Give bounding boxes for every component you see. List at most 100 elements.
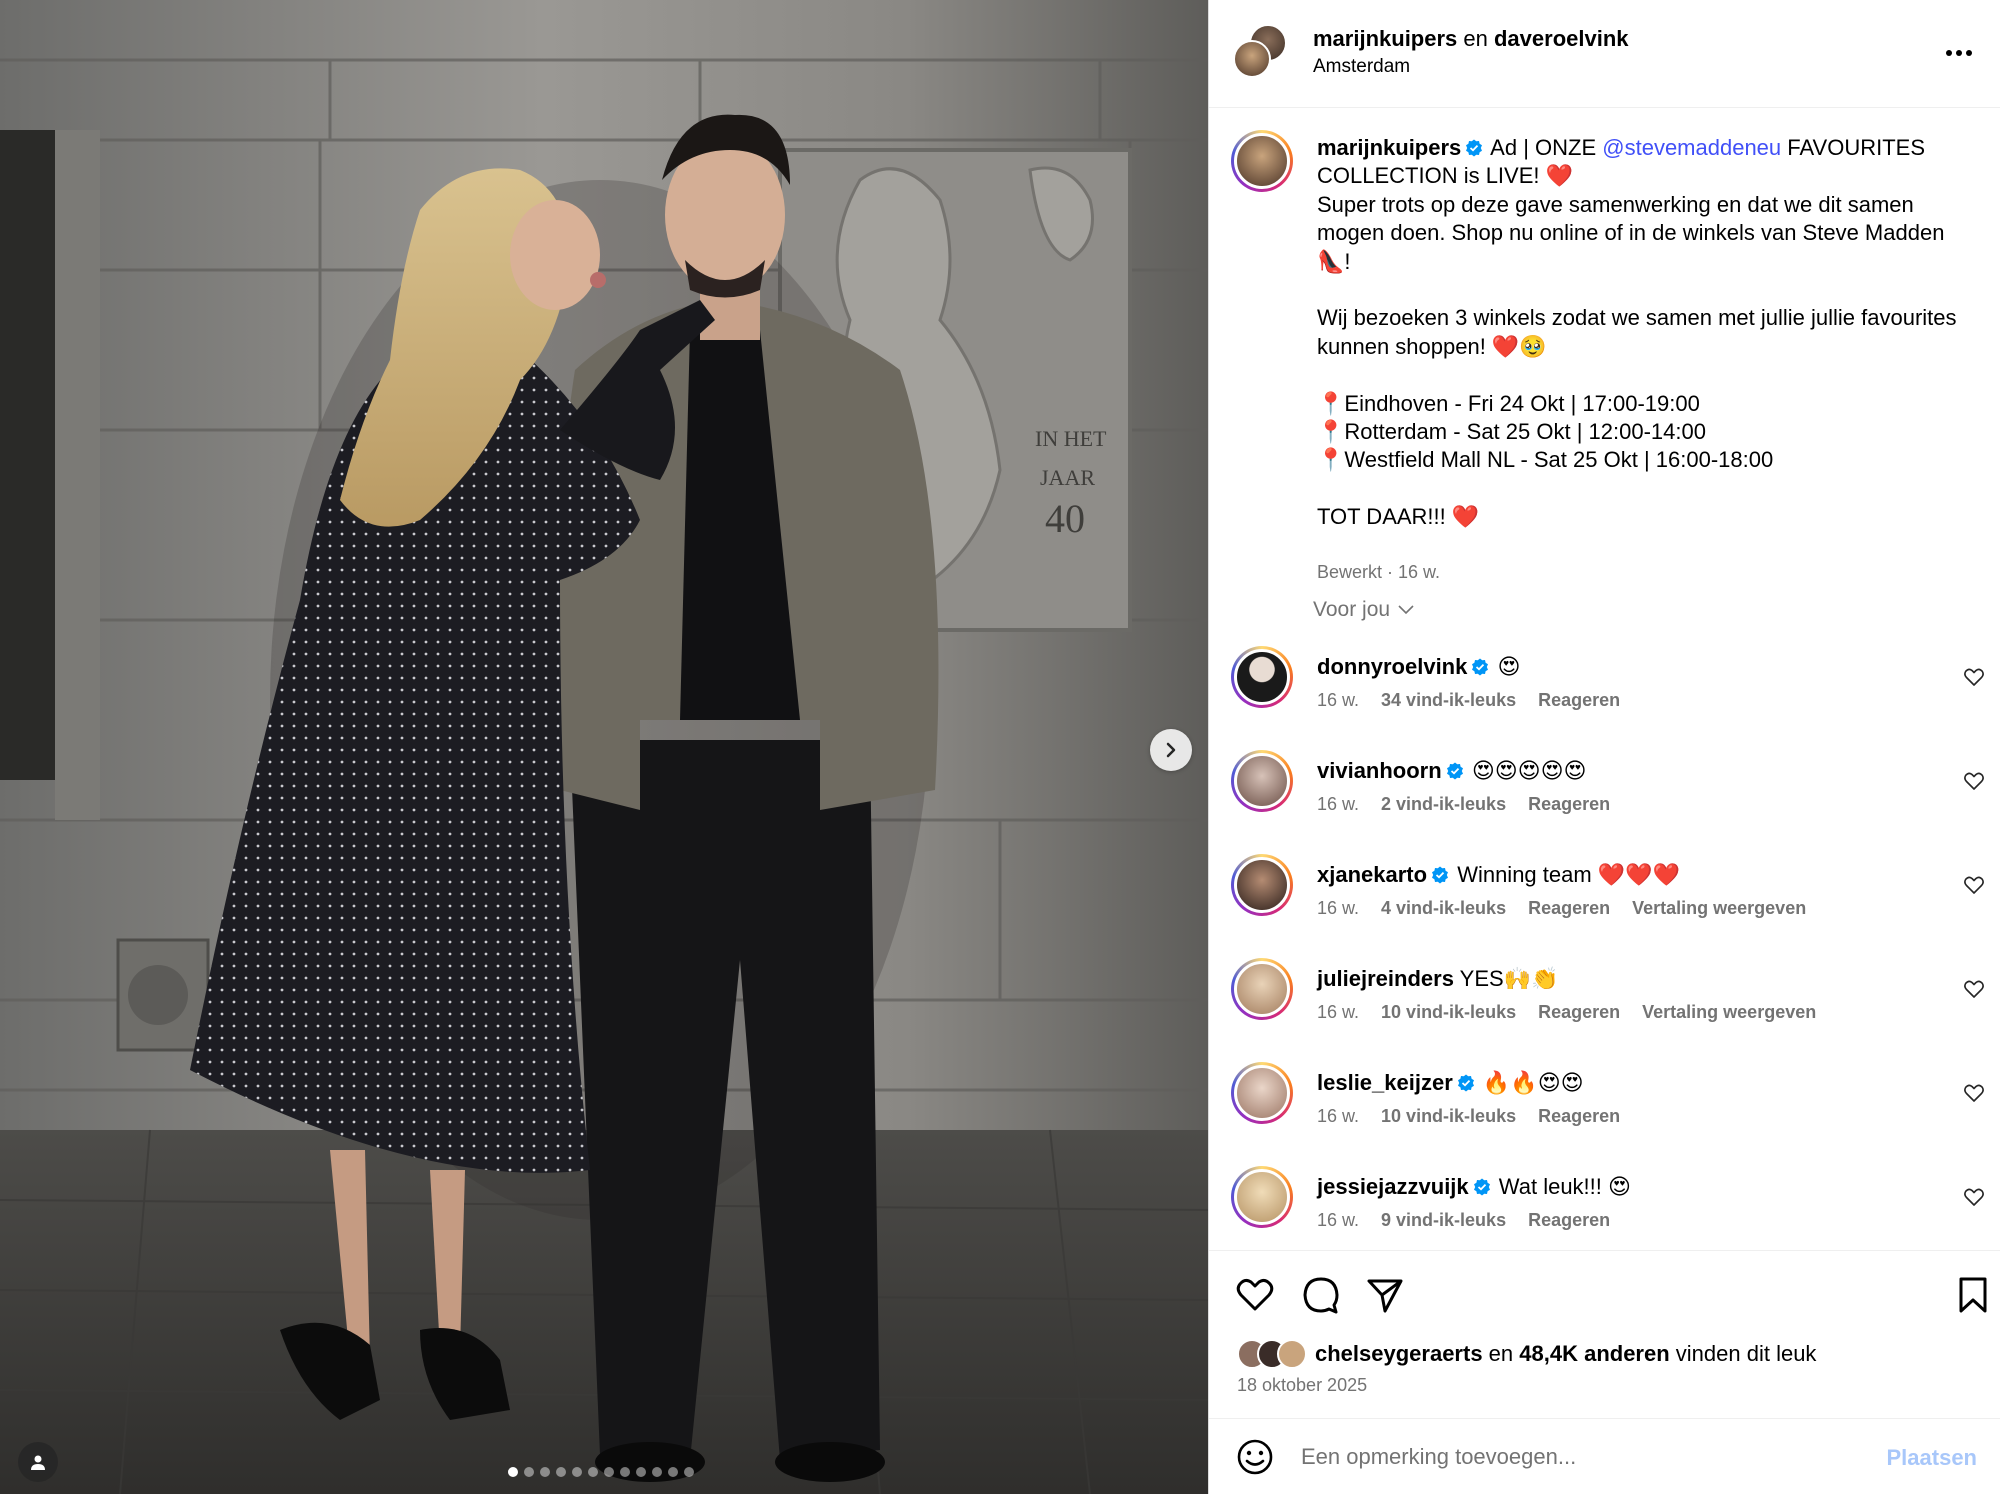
caption-text-part1: Ad | ONZE bbox=[1485, 135, 1603, 160]
heart-icon[interactable] bbox=[1963, 978, 1985, 1000]
comment-username[interactable]: leslie_keijzer bbox=[1317, 1070, 1453, 1095]
post-location[interactable]: Amsterdam bbox=[1313, 56, 1410, 78]
comment-meta: 16 w. 9 vind-ik-leuks Reageren bbox=[1317, 1210, 1610, 1231]
likes-others[interactable]: 48,4K anderen bbox=[1519, 1341, 1669, 1367]
post-header: marijnkuipers en daveroelvink Amsterdam bbox=[1209, 0, 2000, 108]
likes-first-user[interactable]: chelseygeraerts bbox=[1315, 1341, 1483, 1367]
user-tag-button[interactable] bbox=[18, 1442, 58, 1482]
reply-button[interactable]: Reageren bbox=[1528, 1210, 1610, 1231]
reply-button[interactable]: Reageren bbox=[1538, 690, 1620, 711]
share-icon[interactable] bbox=[1365, 1275, 1405, 1315]
reply-button[interactable]: Reageren bbox=[1528, 794, 1610, 815]
comment-age: 16 w. bbox=[1317, 1210, 1360, 1230]
reply-button[interactable]: Reageren bbox=[1528, 898, 1610, 919]
carousel-dot bbox=[588, 1467, 598, 1477]
comment-likes[interactable]: 9 vind-ik-leuks bbox=[1381, 1210, 1506, 1231]
comment-username[interactable]: xjanekarto bbox=[1317, 862, 1427, 887]
carousel-dot bbox=[620, 1467, 630, 1477]
caption-meta: Bewerkt · 16 w. bbox=[1317, 562, 1441, 582]
verified-icon bbox=[1432, 866, 1449, 884]
avatar[interactable] bbox=[1231, 646, 1293, 708]
comment-body: xjanekarto Winning team ❤️❤️❤️ bbox=[1317, 862, 1680, 888]
comment-username[interactable]: jessiejazzvuijk bbox=[1317, 1174, 1469, 1199]
verified-icon bbox=[1446, 762, 1463, 780]
avatar[interactable] bbox=[1231, 1166, 1293, 1228]
translate-button[interactable]: Vertaling weergeven bbox=[1642, 1002, 1816, 1023]
carousel-dot bbox=[604, 1467, 614, 1477]
comment-username[interactable]: vivianhoorn bbox=[1317, 758, 1442, 783]
wall-inscription-1: IN HET bbox=[1035, 426, 1107, 451]
comment-likes[interactable]: 10 vind-ik-leuks bbox=[1381, 1002, 1516, 1023]
bookmark-icon[interactable] bbox=[1953, 1275, 1993, 1315]
comment-age: 16 w. bbox=[1317, 690, 1360, 710]
more-options-button[interactable] bbox=[1939, 38, 1979, 68]
translate-button[interactable]: Vertaling weergeven bbox=[1632, 898, 1806, 919]
carousel-dot bbox=[668, 1467, 678, 1477]
heart-icon[interactable] bbox=[1963, 1082, 1985, 1104]
author-link-1[interactable]: marijnkuipers bbox=[1313, 26, 1457, 51]
reply-button[interactable]: Reageren bbox=[1538, 1002, 1620, 1023]
comment-filter-dropdown[interactable]: Voor jou bbox=[1313, 598, 1414, 622]
avatar bbox=[1233, 40, 1271, 78]
comment-body: juliejreinders YES🙌👏 bbox=[1317, 966, 1558, 992]
heart-icon[interactable] bbox=[1963, 874, 1985, 896]
post-comment-button[interactable]: Plaatsen bbox=[1887, 1445, 1978, 1471]
comment-item: juliejreinders YES🙌👏 16 w. 10 vind-ik-leuk… bbox=[1231, 958, 1991, 1048]
comment-input[interactable] bbox=[1301, 1437, 1861, 1477]
comment-text: Wat leuk!!! 😍 bbox=[1498, 1174, 1631, 1199]
more-icon bbox=[1946, 50, 1972, 56]
heart-icon[interactable] bbox=[1235, 1275, 1275, 1315]
comment-meta: 16 w. 4 vind-ik-leuks Reageren Vertaling we… bbox=[1317, 898, 1806, 919]
caption-username[interactable]: marijnkuipers bbox=[1317, 135, 1461, 160]
add-comment-bar: Plaatsen bbox=[1209, 1418, 2000, 1494]
comment-icon[interactable] bbox=[1301, 1275, 1341, 1315]
avatar[interactable] bbox=[1231, 854, 1293, 916]
carousel-dot bbox=[572, 1467, 582, 1477]
comment-likes[interactable]: 34 vind-ik-leuks bbox=[1381, 690, 1516, 711]
heart-icon[interactable] bbox=[1963, 666, 1985, 688]
comment-likes[interactable]: 10 vind-ik-leuks bbox=[1381, 1106, 1516, 1127]
wall-inscription-2: JAAR bbox=[1040, 465, 1095, 490]
comment-age: 16 w. bbox=[1317, 1106, 1360, 1126]
comment-text: Winning team ❤️❤️❤️ bbox=[1457, 862, 1680, 887]
photo-scene: IN HET JAAR 40 bbox=[0, 0, 1208, 1494]
comment-item: xjanekarto Winning team ❤️❤️❤️ 16 w. 4 vin… bbox=[1231, 854, 1991, 944]
avatar[interactable] bbox=[1231, 1062, 1293, 1124]
collab-avatars[interactable] bbox=[1233, 24, 1293, 84]
comment-meta: 16 w. 2 vind-ik-leuks Reageren bbox=[1317, 794, 1610, 815]
comment-meta: 16 w. 10 vind-ik-leuks Reageren Vertaling w… bbox=[1317, 1002, 1816, 1023]
comment-meta: 16 w. 10 vind-ik-leuks Reageren bbox=[1317, 1106, 1620, 1127]
comments-scroll-area[interactable]: marijnkuipers Ad | ONZE @stevemaddeneu F… bbox=[1209, 108, 2000, 1250]
likes-summary[interactable]: chelseygeraerts en 48,4K anderen vinden … bbox=[1237, 1339, 1816, 1369]
mention-link[interactable]: @stevemaddeneu bbox=[1602, 135, 1781, 160]
verified-icon bbox=[1457, 1074, 1474, 1092]
comment-body: vivianhoorn 😍😍😍😍😍 bbox=[1317, 758, 1587, 784]
carousel-dot bbox=[684, 1467, 694, 1477]
post-date: 18 oktober 2025 bbox=[1237, 1375, 1368, 1395]
carousel-indicator bbox=[508, 1467, 694, 1477]
avatar[interactable] bbox=[1231, 958, 1293, 1020]
caption-text: marijnkuipers Ad | ONZE @stevemaddeneu F… bbox=[1317, 134, 1977, 532]
comment-username[interactable]: donnyroelvink bbox=[1317, 654, 1467, 679]
comment-likes[interactable]: 2 vind-ik-leuks bbox=[1381, 794, 1506, 815]
avatar[interactable] bbox=[1231, 130, 1293, 192]
avatar[interactable] bbox=[1231, 750, 1293, 812]
next-arrow-icon bbox=[1166, 742, 1176, 758]
heart-icon[interactable] bbox=[1963, 1186, 1985, 1208]
comment-likes[interactable]: 4 vind-ik-leuks bbox=[1381, 898, 1506, 919]
heart-icon[interactable] bbox=[1963, 770, 1985, 792]
next-photo-button[interactable] bbox=[1150, 729, 1192, 771]
likes-suffix: vinden dit leuk bbox=[1669, 1341, 1817, 1366]
carousel-dot bbox=[652, 1467, 662, 1477]
likes-connector: en bbox=[1482, 1341, 1520, 1366]
comment-body: donnyroelvink 😍 bbox=[1317, 654, 1520, 680]
comment-username[interactable]: juliejreinders bbox=[1317, 966, 1454, 991]
carousel-dot bbox=[556, 1467, 566, 1477]
emoji-icon[interactable] bbox=[1235, 1437, 1275, 1477]
action-bar: chelseygeraerts en 48,4K anderen vinden … bbox=[1209, 1250, 2000, 1418]
author-link-2[interactable]: daveroelvink bbox=[1494, 26, 1629, 51]
carousel-dot bbox=[508, 1467, 518, 1477]
reply-button[interactable]: Reageren bbox=[1538, 1106, 1620, 1127]
post-photo[interactable]: IN HET JAAR 40 bbox=[0, 0, 1208, 1494]
carousel-dot bbox=[524, 1467, 534, 1477]
